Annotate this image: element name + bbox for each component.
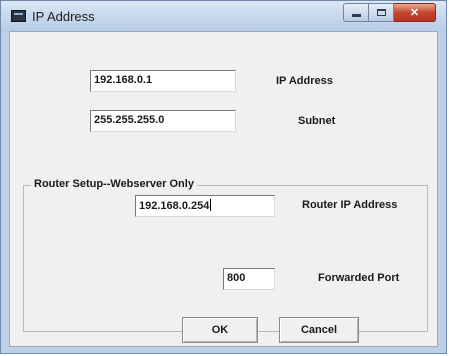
ip-address-label: IP Address bbox=[276, 75, 333, 87]
minimize-button[interactable] bbox=[343, 3, 369, 22]
forwarded-port-value: 800 bbox=[227, 272, 246, 284]
dialog-client-area: 192.168.0.1 IP Address 255.255.255.0 Sub… bbox=[9, 31, 438, 347]
router-setup-group: Router Setup--Webserver Only 192.168.0.2… bbox=[23, 178, 428, 332]
ok-button[interactable]: OK bbox=[182, 317, 258, 343]
window-title: IP Address bbox=[32, 9, 95, 24]
title-bar[interactable]: IP Address ✕ bbox=[1, 1, 446, 31]
router-ip-input[interactable]: 192.168.0.254 bbox=[135, 195, 275, 217]
window-app-icon[interactable] bbox=[11, 10, 26, 22]
minimize-icon bbox=[351, 14, 361, 17]
router-ip-value: 192.168.0.254 bbox=[139, 200, 210, 212]
forwarded-port-input[interactable]: 800 bbox=[223, 268, 275, 290]
forwarded-port-label: Forwarded Port bbox=[318, 272, 400, 284]
router-ip-label: Router IP Address bbox=[302, 199, 398, 211]
close-button[interactable]: ✕ bbox=[394, 3, 436, 22]
subnet-input[interactable]: 255.255.255.0 bbox=[90, 110, 236, 132]
subnet-value: 255.255.255.0 bbox=[94, 114, 165, 126]
maximize-button[interactable] bbox=[369, 3, 394, 22]
ip-address-window: IP Address ✕ 192.168.0.1 IP Address 255.… bbox=[0, 0, 447, 354]
router-setup-group-title: Router Setup--Webserver Only bbox=[31, 178, 197, 190]
cancel-button[interactable]: Cancel bbox=[279, 317, 359, 343]
maximize-icon bbox=[376, 9, 386, 16]
ip-address-value: 192.168.0.1 bbox=[94, 74, 153, 86]
text-caret bbox=[210, 199, 212, 211]
subnet-label: Subnet bbox=[298, 115, 336, 127]
ip-address-input[interactable]: 192.168.0.1 bbox=[90, 70, 236, 92]
caption-buttons: ✕ bbox=[343, 3, 436, 22]
close-icon: ✕ bbox=[409, 7, 420, 19]
